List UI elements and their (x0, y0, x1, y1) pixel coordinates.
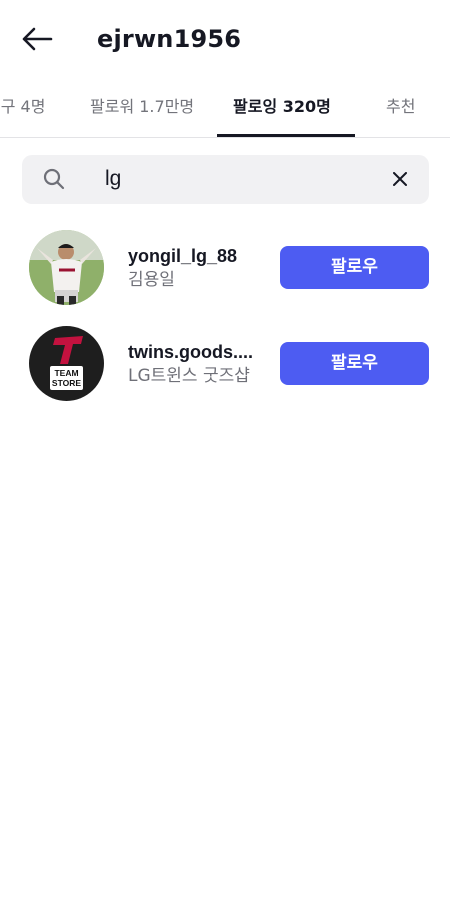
back-button[interactable] (18, 22, 56, 56)
nickname: LG트윈스 굿즈샵 (128, 366, 250, 386)
active-tab-indicator (217, 134, 355, 137)
avatar[interactable] (29, 230, 104, 305)
username[interactable]: twins.goods.... (128, 340, 260, 364)
avatar[interactable]: TEAM STORE (29, 326, 104, 401)
list-item[interactable]: yongil_lg_88 김용일 팔로우 (0, 230, 450, 310)
arrow-left-icon (22, 27, 53, 51)
tab-bar: 친구 4명 팔로워 1.7만명 팔로잉 320명 추천 (0, 86, 450, 138)
tab-suggested[interactable]: 추천 (386, 94, 415, 134)
svg-text:TEAM: TEAM (54, 368, 78, 378)
svg-text:STORE: STORE (52, 378, 81, 388)
close-icon (393, 172, 407, 186)
nickname: 김용일 (128, 270, 175, 290)
page-title: ejrwn1956 (97, 25, 242, 53)
clear-search-button[interactable] (389, 168, 411, 190)
username[interactable]: yongil_lg_88 (128, 244, 260, 268)
list-item[interactable]: TEAM STORE twins.goods.... LG트윈스 굿즈샵 팔로우 (0, 326, 450, 406)
tab-followers[interactable]: 팔로워 1.7만명 (90, 94, 194, 134)
search-icon (43, 168, 65, 190)
top-bar: ejrwn1956 (0, 0, 450, 78)
tab-friends[interactable]: 친구 4명 (0, 94, 45, 134)
follow-button[interactable]: 팔로우 (280, 246, 429, 289)
search-bar[interactable]: lg (22, 155, 429, 204)
search-input[interactable]: lg (105, 164, 121, 194)
follow-button[interactable]: 팔로우 (280, 342, 429, 385)
tab-following[interactable]: 팔로잉 320명 (233, 94, 331, 134)
